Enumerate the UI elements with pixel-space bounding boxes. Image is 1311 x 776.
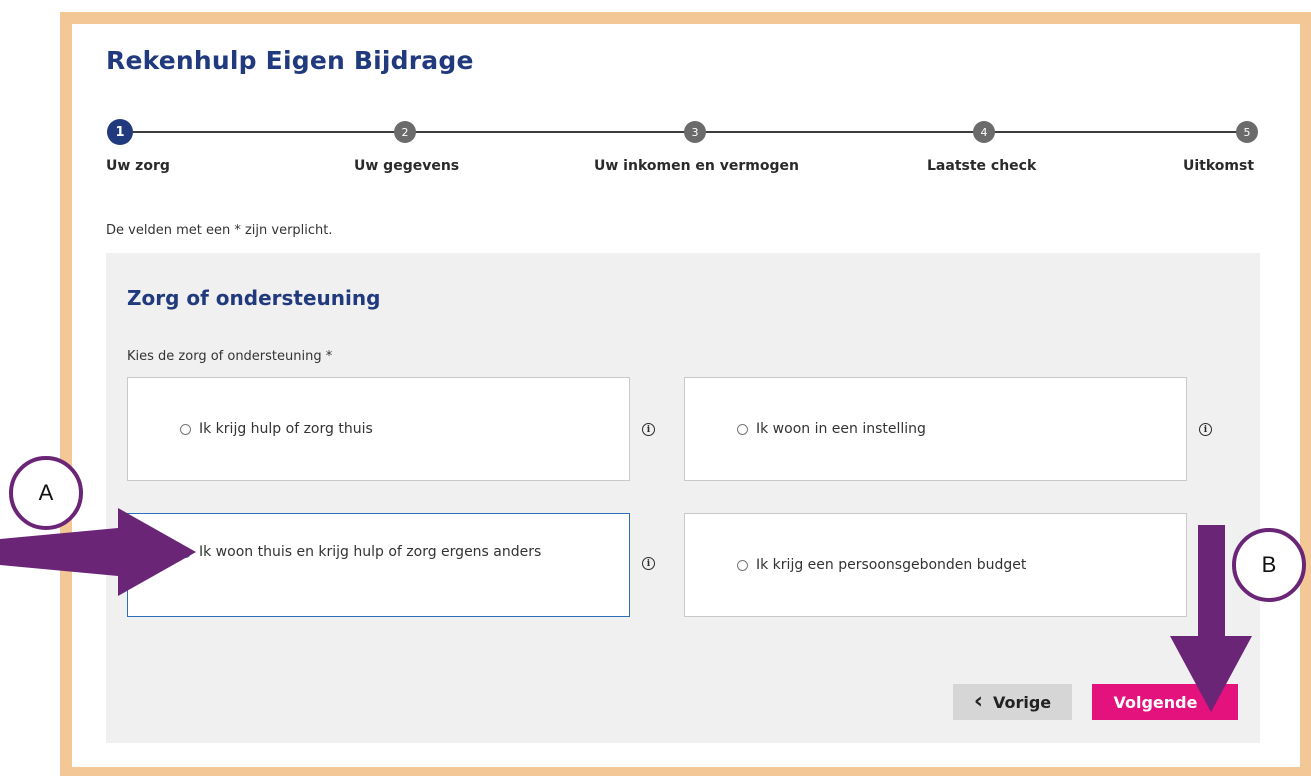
step-5-label: Uitkomst bbox=[1183, 158, 1255, 174]
option-institution[interactable]: Ik woon in een instelling bbox=[684, 377, 1187, 481]
option-home-care-label: Ik krijg hulp of zorg thuis bbox=[199, 421, 373, 437]
panel-title: Zorg of ondersteuning bbox=[127, 286, 381, 310]
radio-home-care[interactable] bbox=[180, 423, 191, 435]
info-icon[interactable]: i bbox=[642, 557, 655, 570]
info-icon[interactable]: i bbox=[1199, 423, 1212, 436]
step-3-label: Uw inkomen en vermogen bbox=[594, 158, 799, 174]
step-2-label: Uw gegevens bbox=[354, 158, 460, 174]
step-1-label: Uw zorg bbox=[106, 158, 170, 174]
annotation-marker-b: B bbox=[1232, 528, 1306, 602]
option-home-care[interactable]: Ik krijg hulp of zorg thuis bbox=[127, 377, 630, 481]
step-4-indicator: 4 bbox=[973, 121, 995, 143]
option-care-elsewhere[interactable]: Ik woon thuis en krijg hulp of zorg erge… bbox=[127, 513, 630, 617]
step-3-indicator: 3 bbox=[684, 121, 706, 143]
annotation-marker-a: A bbox=[9, 456, 83, 530]
chevron-left-icon: ‹ bbox=[973, 689, 983, 714]
stepper-track bbox=[118, 131, 1248, 133]
radio-personal-budget[interactable] bbox=[737, 559, 748, 571]
step-5-indicator: 5 bbox=[1236, 121, 1258, 143]
care-question-label: Kies de zorg of ondersteuning * bbox=[127, 349, 333, 364]
option-personal-budget[interactable]: Ik krijg een persoonsgebonden budget bbox=[684, 513, 1187, 617]
option-institution-label: Ik woon in een instelling bbox=[756, 421, 926, 437]
step-2-indicator: 2 bbox=[394, 121, 416, 143]
radio-institution[interactable] bbox=[737, 423, 748, 435]
care-panel bbox=[106, 253, 1260, 743]
required-fields-note: De velden met een * zijn verplicht. bbox=[106, 223, 333, 238]
radio-care-elsewhere[interactable] bbox=[180, 547, 191, 558]
option-personal-budget-label: Ik krijg een persoonsgebonden budget bbox=[756, 557, 1027, 573]
previous-button[interactable]: ‹ Vorige bbox=[953, 684, 1072, 720]
page-title: Rekenhulp Eigen Bijdrage bbox=[106, 46, 474, 75]
option-care-elsewhere-label: Ik woon thuis en krijg hulp of zorg erge… bbox=[199, 544, 542, 560]
step-4-label: Laatste check bbox=[927, 158, 1037, 174]
chevron-right-icon: › bbox=[1207, 689, 1217, 714]
previous-button-label: Vorige bbox=[992, 692, 1052, 712]
next-button[interactable]: Volgende › bbox=[1092, 684, 1238, 720]
next-button-label: Volgende bbox=[1113, 692, 1198, 712]
info-icon[interactable]: i bbox=[642, 423, 655, 436]
step-1-indicator: 1 bbox=[107, 119, 133, 145]
